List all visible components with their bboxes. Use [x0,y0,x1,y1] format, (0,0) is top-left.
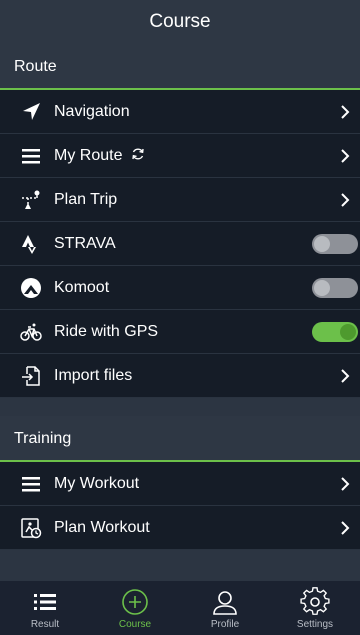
row-navigation[interactable]: Navigation [0,90,360,134]
gear-icon [300,587,330,617]
row-plan-trip[interactable]: Plan Trip [0,178,360,222]
row-komoot: Komoot [0,266,360,310]
row-label: My Workout [54,474,140,492]
row-label-text: My Route [54,146,123,164]
tab-settings[interactable]: Settings [270,581,360,635]
tab-label: Profile [210,619,240,630]
row-label: STRAVA [54,234,116,252]
list-icon [20,145,42,167]
komoot-icon [20,277,42,299]
chevron-right-icon [338,520,352,535]
row-label: Navigation [54,102,130,120]
content-bottom-spacer [0,550,360,581]
komoot-toggle[interactable] [312,277,358,298]
list-icon [20,473,42,495]
chevron-right-icon [338,192,352,207]
profile-icon [210,587,240,617]
row-label: Plan Workout [54,518,150,536]
chevron-right-icon [338,476,352,491]
result-list-icon [30,587,60,617]
row-label: Komoot [54,278,110,296]
chevron-right-icon [338,148,352,163]
top-bar: Course [0,0,360,44]
section-title-training: Training [14,430,72,447]
toggle-knob [340,323,356,340]
section-spacer [0,398,360,416]
section-header-training: Training [0,416,360,462]
bottom-tab-bar: Result Course Profile Settings [0,581,360,635]
tab-profile[interactable]: Profile [180,581,270,635]
strava-toggle[interactable] [312,233,358,254]
row-label: My Route [54,147,338,165]
ride-with-gps-toggle[interactable] [312,321,358,342]
sync-icon[interactable] [131,147,145,161]
import-file-icon [20,365,42,387]
tab-result[interactable]: Result [0,581,90,635]
tab-label: Course [118,619,152,630]
row-ride-with-gps: Ride with GPS [0,310,360,354]
chevron-right-icon [338,104,352,119]
add-circle-icon [120,587,150,617]
tab-label: Settings [296,619,334,630]
page-title: Course [149,11,211,32]
row-my-route[interactable]: My Route [0,134,360,178]
chevron-right-icon [338,368,352,383]
row-label: Ride with GPS [54,322,159,340]
row-label: Import files [54,366,133,384]
toggle-knob [314,279,330,296]
section-title-route: Route [14,58,57,75]
strava-icon [20,233,42,255]
plan-workout-icon [20,517,42,539]
plan-trip-icon [20,189,42,211]
bicycle-icon [20,321,42,343]
section-header-route: Route [0,44,360,90]
tab-course[interactable]: Course [90,581,180,635]
app-screen: Course Route Navigation My Route Plan Tr… [0,0,360,635]
row-strava: STRAVA [0,222,360,266]
row-label: Plan Trip [54,190,118,208]
row-plan-workout[interactable]: Plan Workout [0,506,360,550]
row-import-files[interactable]: Import files [0,354,360,398]
tab-label: Result [30,619,60,630]
row-my-workout[interactable]: My Workout [0,462,360,506]
navigation-arrow-icon [20,101,42,123]
toggle-knob [314,235,330,252]
